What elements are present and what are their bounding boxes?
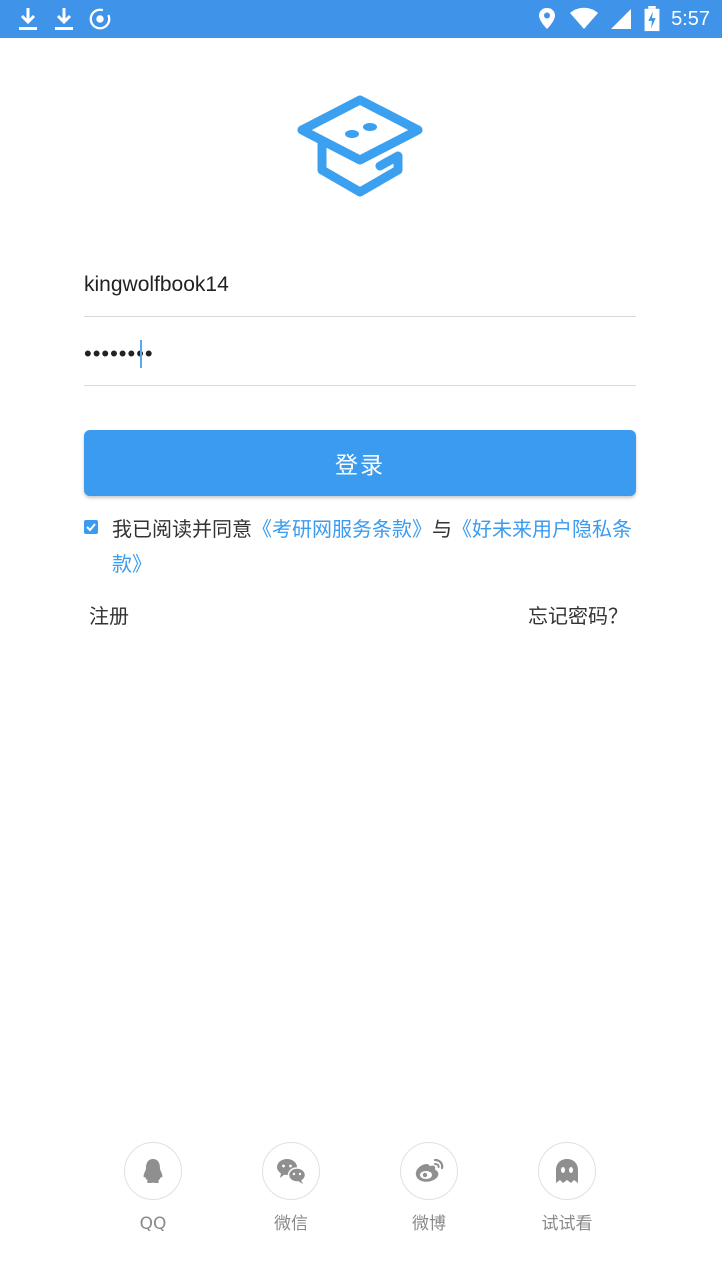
qq-label: QQ [139, 1214, 167, 1234]
wechat-login[interactable]: 微信 [241, 1142, 341, 1236]
username-input[interactable] [84, 256, 636, 314]
download-icon [19, 8, 37, 30]
agreement-text: 我已阅读并同意《考研网服务条款》与《好未来用户隐私条款》 [112, 512, 636, 582]
qq-login[interactable]: QQ [103, 1142, 203, 1236]
agreement-prefix: 我已阅读并同意 [112, 517, 252, 541]
agreement-checkbox[interactable] [84, 520, 98, 534]
wechat-login-button[interactable] [262, 1142, 320, 1200]
weibo-login[interactable]: 微博 [379, 1142, 479, 1236]
guest-label: 试试看 [541, 1214, 593, 1234]
username-field[interactable] [84, 256, 636, 317]
agreement: 我已阅读并同意《考研网服务条款》与《好未来用户隐私条款》 [84, 512, 636, 582]
battery-charging-icon [644, 6, 660, 32]
register-link[interactable]: 注册 [89, 600, 129, 632]
qq-login-button[interactable] [124, 1142, 182, 1200]
location-icon [539, 8, 556, 29]
login-button[interactable]: 登录 [84, 430, 636, 496]
forgot-password-link[interactable]: 忘记密码？ [528, 600, 628, 632]
agreement-connector: 与 [432, 517, 452, 541]
clock: 5:57 [671, 8, 710, 30]
ghost-icon [556, 1159, 578, 1183]
download-icon [55, 8, 73, 30]
guest-login-button[interactable] [538, 1142, 596, 1200]
weibo-icon [415, 1158, 444, 1182]
app-logo [297, 95, 423, 197]
text-cursor [140, 340, 142, 368]
wechat-icon [277, 1159, 307, 1184]
weibo-login-button[interactable] [400, 1142, 458, 1200]
check-icon [86, 523, 96, 532]
weibo-label: 微博 [412, 1214, 446, 1234]
password-field[interactable] [84, 325, 636, 386]
nox-icon [89, 8, 111, 30]
guest-login[interactable]: 试试看 [517, 1142, 617, 1236]
wechat-label: 微信 [274, 1214, 308, 1234]
qq-icon [143, 1159, 163, 1183]
password-input[interactable] [84, 325, 636, 383]
signal-icon [611, 9, 632, 29]
status-bar: 5:57 [0, 0, 722, 38]
wifi-icon [570, 7, 599, 29]
service-terms-link[interactable]: 《考研网服务条款》 [252, 517, 432, 541]
